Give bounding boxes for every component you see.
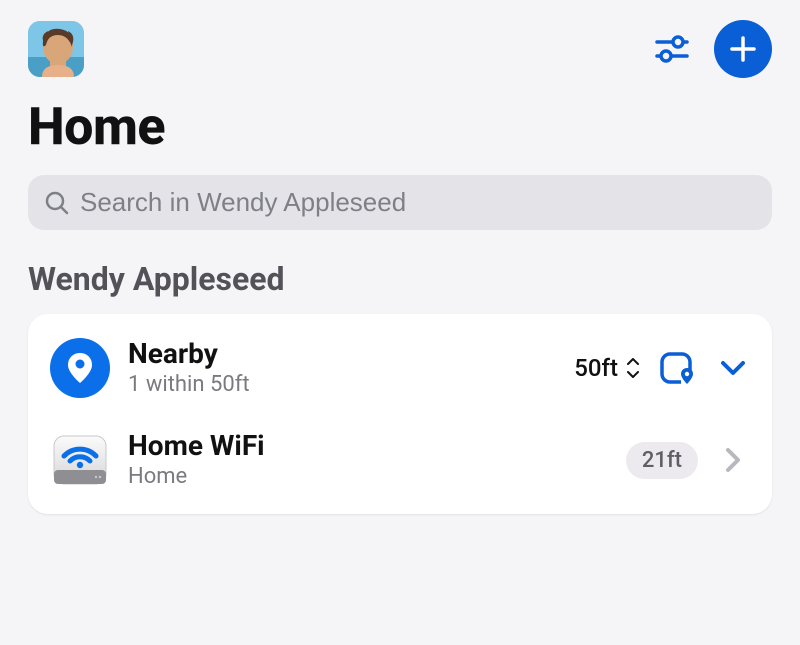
nearby-subtitle: 1 within 50ft — [128, 372, 556, 397]
filter-button[interactable] — [650, 27, 694, 71]
chevron-right-icon — [725, 447, 741, 473]
top-bar — [28, 20, 772, 78]
avatar[interactable] — [28, 21, 84, 77]
search-input[interactable] — [80, 187, 756, 218]
section-title: Wendy Appleseed — [28, 260, 772, 298]
search-bar[interactable] — [28, 175, 772, 230]
page-title: Home — [28, 96, 772, 157]
wifi-subtitle: Home — [128, 464, 608, 489]
disclosure-button[interactable] — [716, 443, 750, 477]
distance-stepper[interactable]: 50ft — [574, 354, 640, 382]
expand-button[interactable] — [716, 351, 750, 385]
wifi-title: Home WiFi — [128, 431, 608, 462]
avatar-image — [28, 21, 84, 77]
nearby-row[interactable]: Nearby 1 within 50ft 50ft — [28, 322, 772, 414]
stepper-arrows-icon — [626, 357, 640, 379]
device-card: Nearby 1 within 50ft 50ft — [28, 314, 772, 514]
distance-badge: 21ft — [626, 442, 698, 479]
nearby-title: Nearby — [128, 339, 556, 370]
sliders-icon — [653, 30, 691, 68]
add-button[interactable] — [714, 20, 772, 78]
geofence-icon — [659, 349, 697, 387]
geofence-button[interactable] — [658, 348, 698, 388]
wifi-row[interactable]: Home WiFi Home 21ft — [28, 414, 772, 506]
search-icon — [44, 190, 70, 216]
distance-value: 50ft — [574, 354, 618, 382]
plus-icon — [728, 34, 758, 64]
location-pin-icon — [50, 338, 110, 398]
router-icon — [50, 430, 110, 490]
chevron-down-icon — [720, 360, 746, 376]
